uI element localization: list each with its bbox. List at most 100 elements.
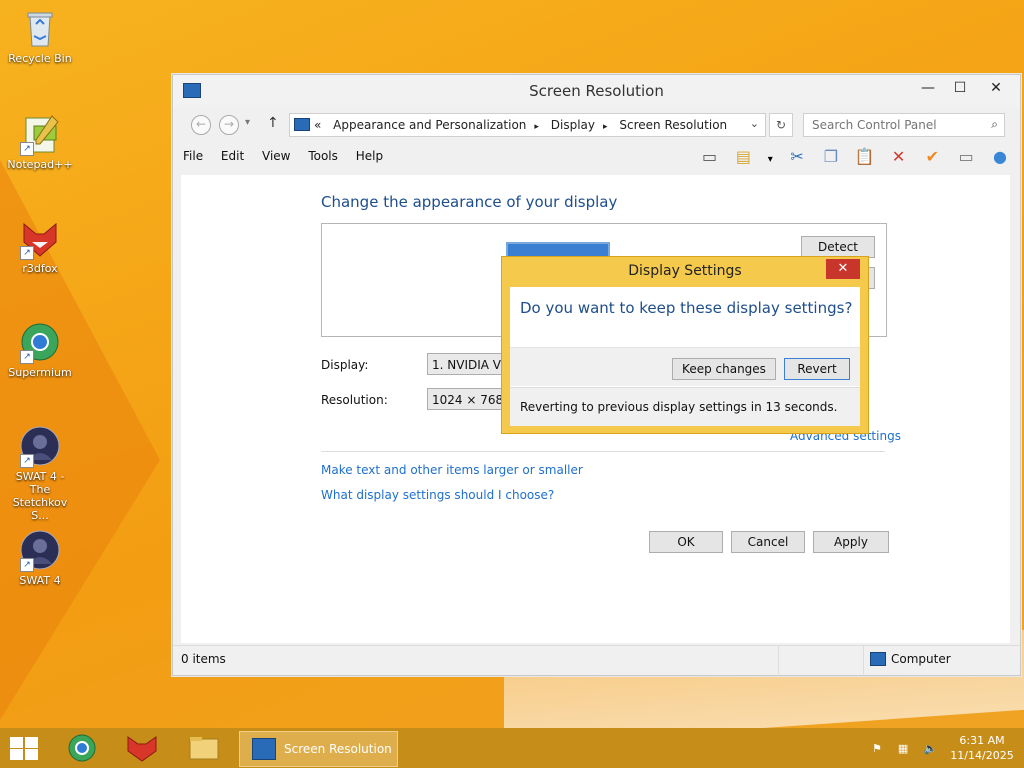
dialog-body: Do you want to keep these display settin… <box>510 287 860 426</box>
menu-help[interactable]: Help <box>356 149 383 163</box>
search-icon[interactable]: ⌕ <box>991 117 998 132</box>
clock-time: 6:31 AM <box>959 734 1005 747</box>
page-title: Change the appearance of your display <box>321 193 618 211</box>
breadcrumb-screen-resolution[interactable]: Screen Resolution <box>619 118 727 132</box>
breadcrumb-prefix[interactable]: « <box>314 118 321 132</box>
dialog-close-button[interactable]: ✕ <box>826 259 860 279</box>
search-box: ⌕ <box>803 113 1005 137</box>
system-tray: ⚑ ▦ 🔈 <box>872 741 946 756</box>
breadcrumb-separator-icon[interactable]: ▸ <box>534 122 539 132</box>
divider <box>321 451 885 452</box>
breadcrumb-display[interactable]: Display <box>551 118 595 132</box>
shortcut-arrow-icon: ↗ <box>20 454 34 468</box>
dialog-title: Display Settings <box>628 263 742 279</box>
revert-button[interactable]: Revert <box>784 358 850 380</box>
resolution-label: Resolution: <box>321 393 388 407</box>
refresh-button[interactable]: ↻ <box>769 113 793 137</box>
folder-icon <box>189 737 219 760</box>
taskbar-item-label: Screen Resolution <box>284 742 392 756</box>
countdown-text: Reverting to previous display settings i… <box>520 400 838 414</box>
network-icon[interactable]: ▦ <box>898 742 914 756</box>
clock-date: 11/14/2025 <box>950 749 1014 762</box>
desktop-icon-notepad-plus-plus[interactable]: ↗ Notepad++ <box>4 112 76 171</box>
back-button[interactable]: ← <box>191 115 211 135</box>
volume-muted-icon[interactable]: 🔈 <box>924 742 940 756</box>
folder-options-icon[interactable]: ▤ <box>731 145 755 169</box>
menu-bar: File Edit View Tools Help ▭ ▤ ▾ ✂ ❐ 📋 ✕ … <box>173 143 1020 173</box>
menu-edit[interactable]: Edit <box>221 149 244 163</box>
copy-icon[interactable]: ❐ <box>819 145 843 169</box>
taskbar-screen-resolution[interactable]: Screen Resolution <box>239 731 398 767</box>
delete-icon[interactable]: ✕ <box>887 145 911 169</box>
menu-view[interactable]: View <box>262 149 290 163</box>
chevron-down-icon[interactable]: ▾ <box>765 148 775 172</box>
dialog-countdown-bar: Reverting to previous display settings i… <box>510 387 860 426</box>
keep-changes-button[interactable]: Keep changes <box>672 358 776 380</box>
cancel-button[interactable]: Cancel <box>731 531 805 553</box>
shortcut-arrow-icon: ↗ <box>20 558 34 572</box>
taskbar: Screen Resolution ⚑ ▦ 🔈 6:31 AM 11/14/20… <box>0 728 1024 768</box>
swat4-icon: ↗ <box>18 424 62 468</box>
text-size-link[interactable]: Make text and other items larger or smal… <box>321 463 583 477</box>
breadcrumb-appearance[interactable]: Appearance and Personalization <box>333 118 526 132</box>
display-settings-dialog: Display Settings ✕ Do you want to keep t… <box>501 256 869 434</box>
desktop-icon-label: SWAT 4 <box>19 574 61 587</box>
desktop-icon-swat4[interactable]: ↗ SWAT 4 <box>4 528 76 587</box>
window-title: Screen Resolution <box>529 82 664 100</box>
status-bar: 0 items Computer <box>173 645 1020 674</box>
globe-icon[interactable]: ● <box>988 145 1012 169</box>
layout-pane-icon[interactable]: ▭ <box>698 145 722 169</box>
taskbar-supermium[interactable] <box>58 731 110 765</box>
close-button[interactable]: ✕ <box>977 77 1015 99</box>
desktop-icon-supermium[interactable]: ↗ Supermium <box>4 320 76 379</box>
taskbar-r3dfox[interactable] <box>118 731 170 765</box>
supermium-icon <box>68 734 96 762</box>
action-center-flag-icon[interactable]: ⚑ <box>872 742 888 756</box>
breadcrumb: « Appearance and Personalization ▸ Displa… <box>314 118 735 132</box>
divider <box>778 646 779 674</box>
desktop-icon-swat4-stetchkov[interactable]: ↗ SWAT 4 - The Stetchkov S... <box>4 424 76 522</box>
apply-button[interactable]: Apply <box>813 531 889 553</box>
desktop-icon-label: Supermium <box>8 366 72 379</box>
clock[interactable]: 6:31 AM 11/14/2025 <box>944 733 1020 763</box>
search-input[interactable] <box>810 114 984 136</box>
address-bar[interactable]: « Appearance and Personalization ▸ Displa… <box>289 113 766 137</box>
desktop-icon-r3dfox[interactable]: ↗ r3dfox <box>4 216 76 275</box>
address-row: ← → ▾ ↑ « Appearance and Personalization… <box>173 111 1020 137</box>
minimize-button[interactable]: — <box>913 77 943 99</box>
cut-icon[interactable]: ✂ <box>785 145 809 169</box>
swat4-icon: ↗ <box>18 528 62 572</box>
shortcut-arrow-icon: ↗ <box>20 350 34 364</box>
supermium-icon: ↗ <box>18 320 62 364</box>
ok-button[interactable]: OK <box>649 531 723 553</box>
desktop-icon-recycle-bin[interactable]: Recycle Bin <box>4 6 76 65</box>
desktop-icon-label: r3dfox <box>22 262 58 275</box>
checkmark-icon[interactable]: ✔ <box>920 145 944 169</box>
paste-icon[interactable]: 📋 <box>853 145 877 169</box>
divider <box>863 646 864 674</box>
shortcut-arrow-icon: ↗ <box>20 142 34 156</box>
recycle-bin-icon <box>18 6 62 50</box>
control-panel-icon <box>294 118 310 131</box>
recent-pages-dropdown-icon[interactable]: ▾ <box>245 117 250 128</box>
display-help-link[interactable]: What display settings should I choose? <box>321 488 554 502</box>
chevron-down-icon[interactable]: ⌄ <box>750 117 759 130</box>
maximize-button[interactable]: ☐ <box>945 77 975 99</box>
shortcut-arrow-icon: ↗ <box>20 246 34 260</box>
up-button[interactable]: ↑ <box>267 115 279 131</box>
item-count: 0 items <box>181 652 226 666</box>
display-label: Display: <box>321 358 369 372</box>
forward-button[interactable]: → <box>219 115 239 135</box>
notepad-plus-plus-icon: ↗ <box>18 112 62 156</box>
taskbar-file-explorer[interactable] <box>178 731 230 765</box>
computer-icon <box>870 652 886 666</box>
menu-tools[interactable]: Tools <box>308 149 338 163</box>
r3dfox-icon: ↗ <box>18 216 62 260</box>
breadcrumb-separator-icon[interactable]: ▸ <box>603 122 608 132</box>
window-titlebar[interactable]: Screen Resolution — ☐ ✕ <box>173 75 1020 107</box>
start-button[interactable] <box>8 736 38 760</box>
r3dfox-icon <box>127 736 157 762</box>
properties-icon[interactable]: ▭ <box>954 145 978 169</box>
menu-file[interactable]: File <box>183 149 203 163</box>
detect-button[interactable]: Detect <box>801 236 875 258</box>
